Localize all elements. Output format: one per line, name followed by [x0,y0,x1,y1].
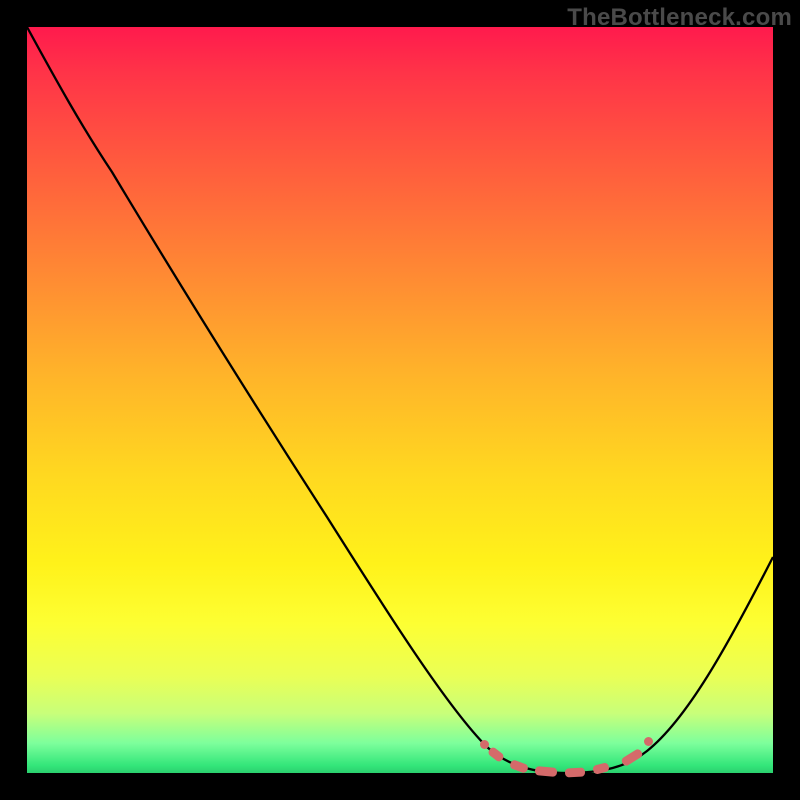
marker-dash-4 [565,767,585,777]
chart-plot-area [27,27,773,773]
watermark-text: TheBottleneck.com [567,4,792,32]
marker-dot-left [480,740,489,749]
curve-path [27,27,773,773]
marker-dot-right [644,737,653,746]
bottleneck-curve [27,27,773,773]
marker-dash-3 [535,766,558,777]
